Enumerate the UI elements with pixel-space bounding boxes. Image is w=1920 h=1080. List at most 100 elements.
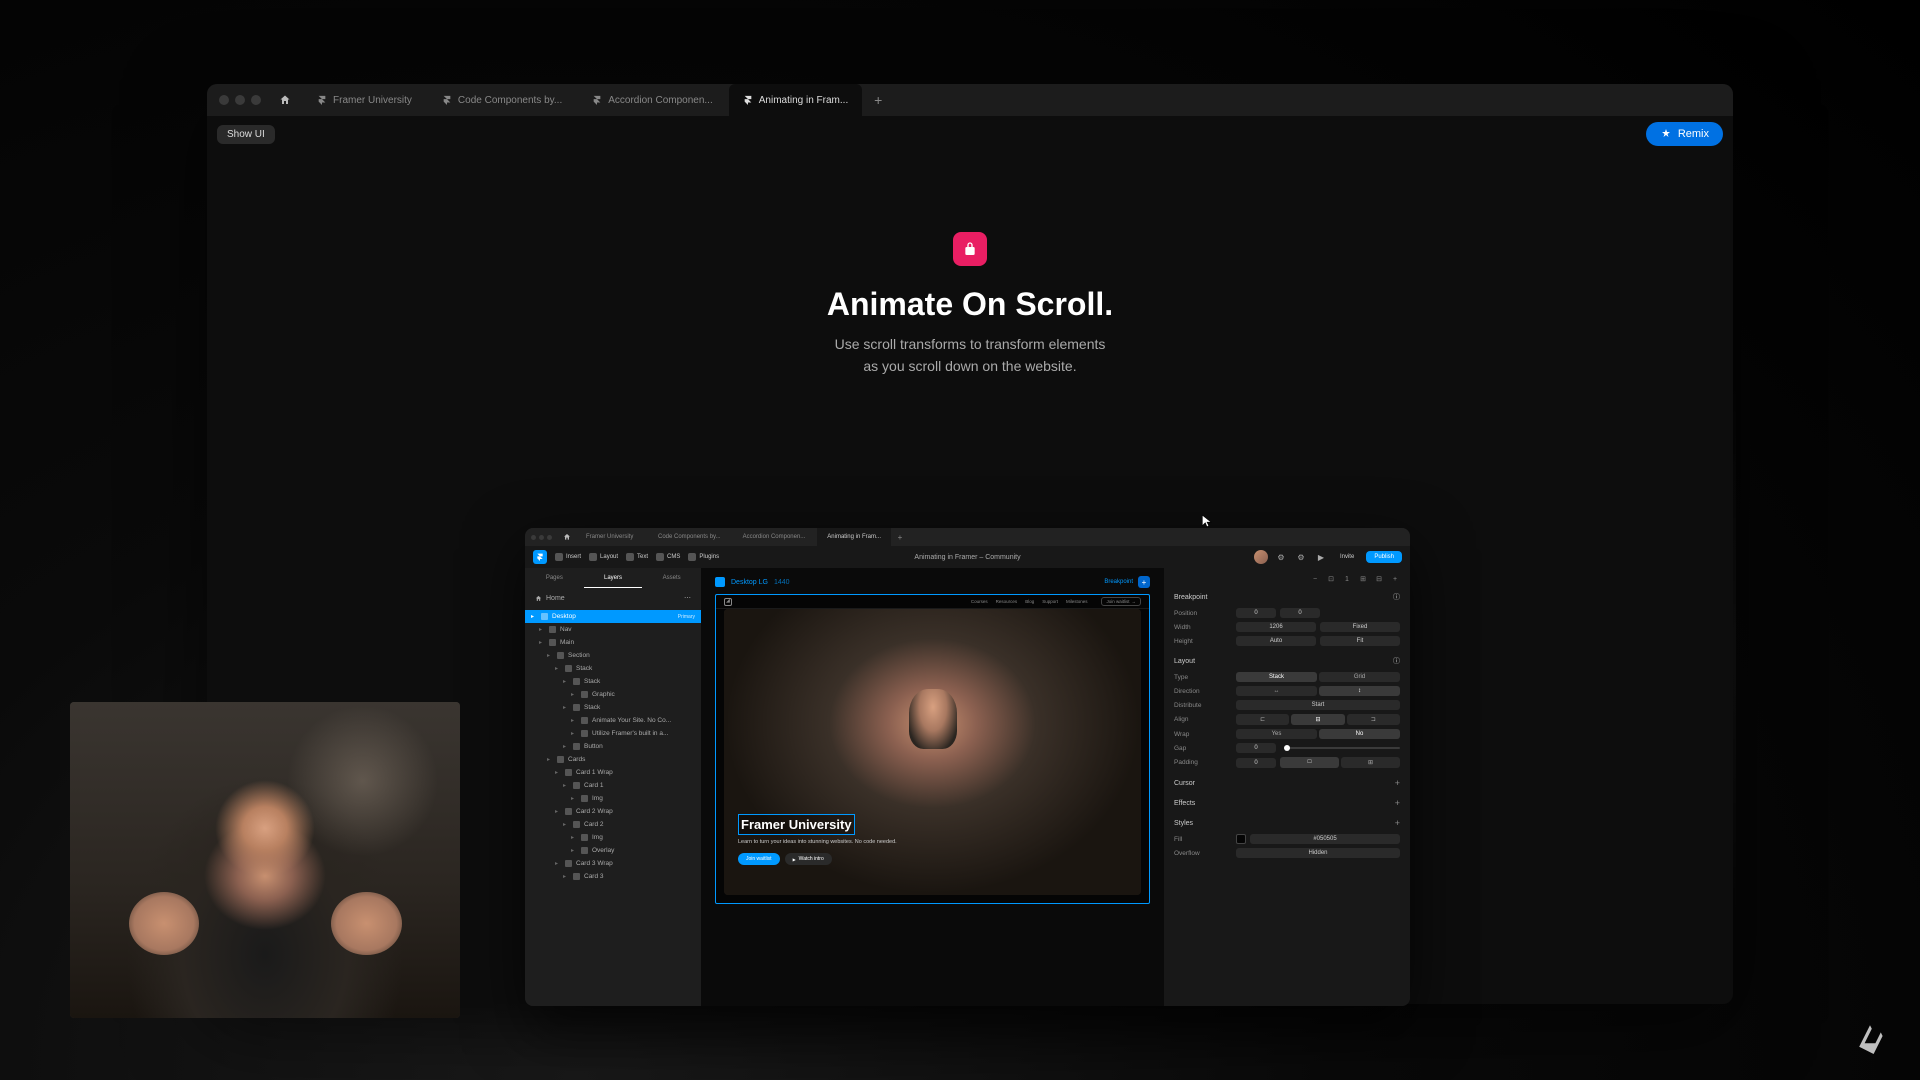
layer-row[interactable]: ▸Stack (525, 675, 701, 688)
mock-title[interactable]: Framer University (738, 814, 855, 835)
layer-row[interactable]: ▸Card 2 Wrap (525, 805, 701, 818)
dot[interactable] (531, 535, 536, 540)
direction-h-seg[interactable]: ↔ (1236, 686, 1317, 696)
tab-code-components[interactable]: Code Components by... (428, 84, 576, 116)
show-ui-button[interactable]: Show UI (217, 125, 275, 144)
layer-row[interactable]: ▸Card 3 Wrap (525, 857, 701, 870)
layer-row[interactable]: ▸Card 3 (525, 870, 701, 883)
zoom-opt[interactable]: ⊞ (1358, 574, 1368, 584)
width-mode[interactable]: Fixed (1320, 622, 1400, 632)
tab-animating[interactable]: Animating in Fram... (729, 84, 862, 116)
breakpoint-badge[interactable]: Breakpoint (1104, 579, 1133, 585)
layer-row[interactable]: ▸Img (525, 831, 701, 844)
panel-tab-layers[interactable]: Layers (584, 568, 643, 588)
layer-row[interactable]: ▸Card 2 (525, 818, 701, 831)
layer-row[interactable]: ▸Utilize Framer's built in a... (525, 727, 701, 740)
wrap-no-seg[interactable]: No (1319, 729, 1400, 739)
type-grid-seg[interactable]: Grid (1319, 672, 1400, 682)
layer-row[interactable]: ▸Main (525, 636, 701, 649)
add-tab-button[interactable]: + (864, 84, 892, 116)
dot[interactable] (539, 535, 544, 540)
position-y-input[interactable]: 0 (1280, 608, 1320, 618)
inner-tab[interactable]: Animating in Fram... (817, 528, 891, 546)
overflow-select[interactable]: Hidden (1236, 848, 1400, 858)
minimize-dot[interactable] (235, 95, 245, 105)
panel-tab-pages[interactable]: Pages (525, 568, 584, 588)
breakpoint-add-button[interactable]: + (1138, 576, 1150, 588)
layer-row[interactable]: ▸DesktopPrimary (525, 610, 701, 623)
gap-input[interactable]: 0 (1236, 743, 1276, 753)
fill-input[interactable]: #050505 (1250, 834, 1400, 844)
zoom-in[interactable]: + (1390, 574, 1400, 584)
layer-row[interactable]: ▸Cards (525, 753, 701, 766)
inner-home-button[interactable] (560, 533, 574, 541)
fill-swatch[interactable] (1236, 834, 1246, 844)
add-button[interactable]: + (1395, 778, 1400, 788)
add-button[interactable]: + (1395, 798, 1400, 808)
align-right-seg[interactable]: ⊐ (1347, 714, 1400, 725)
layer-row[interactable]: ▸Button (525, 740, 701, 753)
layer-row[interactable]: ▸Section (525, 649, 701, 662)
layer-row[interactable]: ▸Card 1 Wrap (525, 766, 701, 779)
layer-row[interactable]: ▸Overlay (525, 844, 701, 857)
settings2-icon[interactable]: ⚙ (1294, 550, 1308, 564)
info-icon[interactable]: ⓘ (1393, 656, 1400, 666)
canvas-frame[interactable]: CoursesResourcesBlogSupportMilestones Jo… (715, 594, 1150, 904)
remix-button[interactable]: Remix (1646, 122, 1723, 146)
layout-button[interactable]: Layout (589, 553, 618, 561)
layer-row[interactable]: ▸Nav (525, 623, 701, 636)
zoom-opt[interactable]: ⊟ (1374, 574, 1384, 584)
padding-uniform-seg[interactable]: □ (1280, 757, 1339, 768)
home-row[interactable]: Home ⋯ (525, 588, 701, 608)
avatar[interactable] (1254, 550, 1268, 564)
inner-add-tab[interactable]: + (893, 533, 907, 542)
height-input[interactable]: Auto (1236, 636, 1316, 646)
inner-tab[interactable]: Framer University (576, 528, 646, 546)
zoom-out[interactable]: − (1310, 574, 1320, 584)
zoom-fit[interactable]: ⊡ (1326, 574, 1336, 584)
inner-tab[interactable]: Code Components by... (648, 528, 731, 546)
play-icon[interactable]: ▶ (1314, 550, 1328, 564)
text-button[interactable]: Text (626, 553, 648, 561)
close-dot[interactable] (219, 95, 229, 105)
layer-row[interactable]: ▸Animate Your Site. No Co... (525, 714, 701, 727)
zoom-100[interactable]: 1 (1342, 574, 1352, 584)
layer-row[interactable]: ▸Stack (525, 701, 701, 714)
inner-tab[interactable]: Accordion Componen... (733, 528, 816, 546)
padding-individual-seg[interactable]: ⊞ (1341, 757, 1400, 768)
dropdown-icon[interactable]: ⋯ (684, 594, 691, 602)
publish-button[interactable]: Publish (1366, 551, 1402, 563)
settings-icon[interactable]: ⚙ (1274, 550, 1288, 564)
canvas-area[interactable]: Desktop LG 1440 Breakpoint + CoursesReso… (701, 568, 1164, 1006)
layer-row[interactable]: ▸Card 1 (525, 779, 701, 792)
dot[interactable] (547, 535, 552, 540)
insert-button[interactable]: Insert (555, 553, 581, 561)
layer-row[interactable]: ▸Img (525, 792, 701, 805)
align-center-seg[interactable]: ⊟ (1291, 714, 1344, 725)
type-stack-seg[interactable]: Stack (1236, 672, 1317, 682)
height-mode[interactable]: Fit (1320, 636, 1400, 646)
padding-input[interactable]: 0 (1236, 758, 1276, 768)
home-button[interactable] (273, 88, 297, 112)
info-icon[interactable]: ⓘ (1393, 592, 1400, 602)
wrap-yes-seg[interactable]: Yes (1236, 729, 1317, 739)
tab-accordion[interactable]: Accordion Componen... (578, 84, 727, 116)
invite-button[interactable]: Invite (1334, 551, 1360, 563)
mock-cta-primary[interactable]: Join waitlist (738, 853, 780, 865)
direction-v-seg[interactable]: ↕ (1319, 686, 1400, 696)
add-button[interactable]: + (1395, 818, 1400, 828)
plugins-button[interactable]: Plugins (688, 553, 719, 561)
panel-tab-assets[interactable]: Assets (642, 568, 701, 588)
layer-row[interactable]: ▸Graphic (525, 688, 701, 701)
distribute-select[interactable]: Start (1236, 700, 1400, 710)
gap-slider[interactable] (1284, 747, 1400, 749)
mock-cta-secondary[interactable]: ▶Watch intro (785, 853, 832, 865)
cms-button[interactable]: CMS (656, 553, 680, 561)
align-left-seg[interactable]: ⊏ (1236, 714, 1289, 725)
zoom-dot[interactable] (251, 95, 261, 105)
breakpoint-name[interactable]: Desktop LG (731, 579, 768, 586)
layer-row[interactable]: ▸Stack (525, 662, 701, 675)
width-input[interactable]: 1206 (1236, 622, 1316, 632)
position-x-input[interactable]: 0 (1236, 608, 1276, 618)
framer-logo[interactable] (533, 550, 547, 564)
